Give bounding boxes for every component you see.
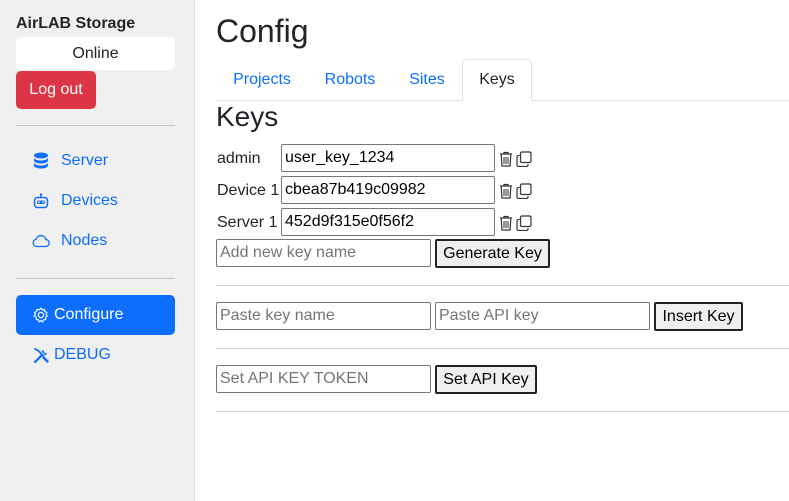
- sidebar-item-label: DEBUG: [54, 346, 111, 363]
- trash-icon[interactable]: [498, 214, 514, 231]
- key-value-field[interactable]: [281, 176, 495, 204]
- divider: [216, 411, 789, 412]
- copy-icon[interactable]: [516, 182, 532, 199]
- key-name-label: Server 1: [217, 214, 278, 231]
- gear-icon: [31, 305, 51, 325]
- sidebar-item-debug[interactable]: DEBUG: [16, 335, 175, 375]
- paste-key-name-input[interactable]: [216, 302, 431, 330]
- copy-icon[interactable]: [516, 214, 532, 231]
- trash-icon[interactable]: [498, 182, 514, 199]
- sidebar-item-server[interactable]: Server: [16, 141, 175, 181]
- tab-keys[interactable]: Keys: [462, 59, 532, 101]
- insert-key-button[interactable]: Insert Key: [654, 302, 743, 331]
- sidebar-item-configure[interactable]: Configure: [16, 295, 175, 335]
- database-icon: [31, 151, 51, 171]
- divider: [216, 285, 789, 286]
- sidebar-item-devices[interactable]: Devices: [16, 181, 175, 221]
- sidebar-item-label: Configure: [54, 306, 124, 323]
- generate-key-button[interactable]: Generate Key: [435, 239, 550, 268]
- sidebar-item-nodes[interactable]: Nodes: [16, 221, 175, 261]
- divider: [216, 348, 789, 349]
- set-api-key-button[interactable]: Set API Key: [435, 365, 537, 394]
- page-title: Config: [216, 13, 309, 49]
- sidebar-item-label: Server: [61, 152, 109, 169]
- paste-api-key-input[interactable]: [435, 302, 650, 330]
- tab-sites[interactable]: Sites: [392, 59, 462, 101]
- tab-robots[interactable]: Robots: [308, 59, 392, 101]
- api-token-input[interactable]: [216, 365, 431, 393]
- logout-button[interactable]: Log out: [16, 71, 96, 109]
- sidebar-divider: [16, 278, 175, 279]
- brand-title: AirLAB Storage: [16, 15, 136, 32]
- tab-projects[interactable]: Projects: [216, 59, 308, 101]
- key-value-field[interactable]: [281, 208, 495, 236]
- new-key-name-input[interactable]: [216, 239, 431, 267]
- tools-icon: [31, 345, 51, 365]
- key-value-field[interactable]: [281, 144, 495, 172]
- sidebar-item-label: Devices: [61, 192, 118, 209]
- key-name-label: Device 1: [217, 182, 280, 199]
- trash-icon[interactable]: [498, 150, 514, 167]
- tab-bar: Projects Robots Sites Keys: [216, 59, 789, 101]
- copy-icon[interactable]: [516, 150, 532, 167]
- robot-icon: [31, 191, 51, 211]
- sidebar-divider: [16, 125, 175, 126]
- main-content: Config Projects Robots Sites Keys Keys a…: [216, 0, 789, 501]
- status-badge: Online: [16, 37, 175, 70]
- section-title: Keys: [216, 101, 279, 132]
- sidebar: AirLAB Storage Online Log out Server Dev…: [0, 0, 195, 501]
- cloud-icon: [31, 231, 51, 251]
- sidebar-item-label: Nodes: [61, 232, 108, 249]
- key-name-label: admin: [217, 150, 261, 167]
